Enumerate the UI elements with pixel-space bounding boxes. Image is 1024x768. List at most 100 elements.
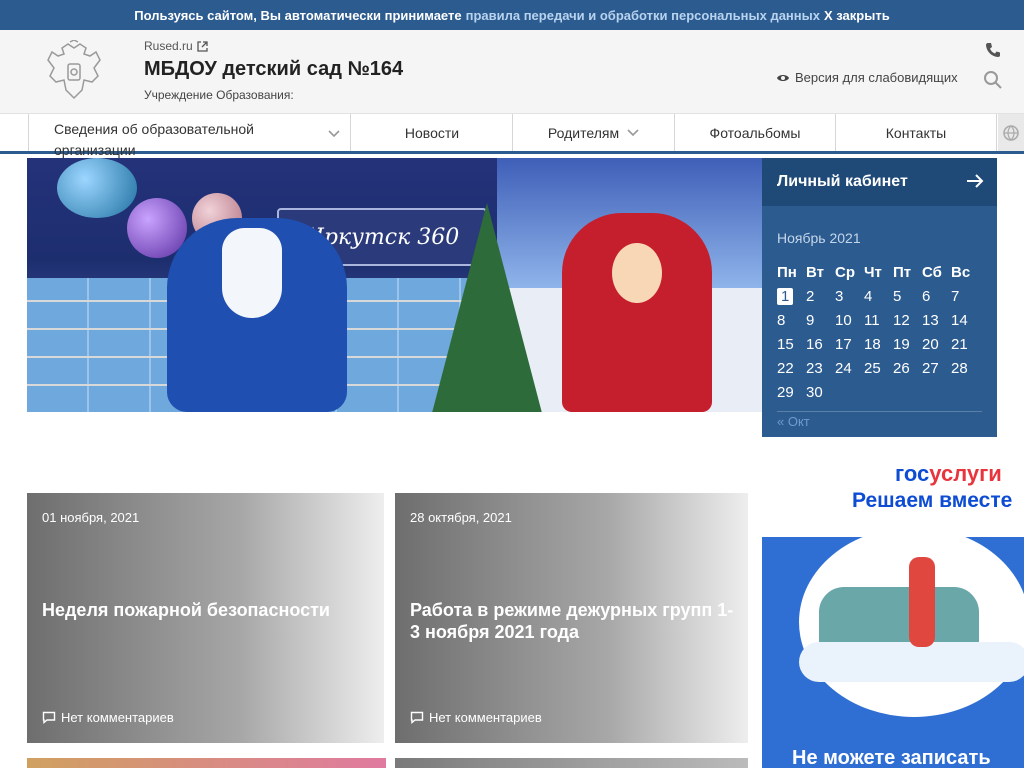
nav-item-label: Фотоальбомы — [709, 124, 801, 141]
news-card[interactable]: 28 октября, 2021 Работа в режиме дежурны… — [395, 493, 748, 743]
calendar-day: 24 — [835, 360, 852, 377]
calendar-day: 4 — [864, 288, 873, 305]
calendar-day: 12 — [893, 312, 910, 329]
calendar-day: 25 — [864, 360, 881, 377]
gosuslugi-illustration — [799, 527, 1024, 717]
site-link-label: Rused.ru — [144, 39, 193, 53]
personal-cabinet-label: Личный кабинет — [777, 173, 908, 190]
calendar-day: 18 — [864, 336, 881, 353]
nav-extra[interactable] — [998, 114, 1024, 151]
arrow-right-icon — [967, 174, 984, 188]
calendar-weekday: Вс — [951, 264, 971, 281]
globe-icon — [1003, 124, 1019, 141]
calendar-day: 9 — [806, 312, 815, 329]
nav-item-about[interactable]: Сведения об образовательной организации — [28, 114, 351, 158]
calendar-day: 8 — [777, 312, 786, 329]
cookie-bar: Пользуясь сайтом, Вы автоматически прини… — [0, 0, 1024, 30]
calendar-day: 29 — [777, 384, 794, 401]
nav-item-label: Контакты — [885, 124, 947, 141]
calendar-day: 10 — [835, 312, 852, 329]
calendar-day: 11 — [864, 312, 880, 329]
calendar-day: 28 — [951, 360, 968, 377]
calendar-prev-month-link[interactable]: « Окт — [777, 411, 982, 429]
calendar-weekday: Сб — [922, 264, 942, 281]
news-date: 01 ноября, 2021 — [42, 510, 140, 525]
news-comments[interactable]: Нет комментариев — [410, 710, 542, 725]
news-card-preview — [27, 758, 386, 768]
site-header: Rused.ru МБДОУ детский сад №164 Учрежден… — [0, 30, 1024, 114]
news-card-preview — [395, 758, 748, 768]
phone-icon[interactable] — [985, 42, 1001, 58]
comment-icon — [42, 711, 56, 724]
news-date: 28 октября, 2021 — [410, 510, 512, 525]
calendar-day: 7 — [951, 288, 960, 305]
news-comments-label: Нет комментариев — [61, 710, 174, 725]
calendar-grid: Пн Вт Ср Чт Пт Сб Вс 1 2 3 4 5 6 7 8 9 10 11 12 13 14… — [777, 264, 982, 408]
low-vision-label: Версия для слабовидящих — [795, 70, 958, 85]
christmas-tree — [432, 203, 542, 412]
chevron-down-icon — [627, 128, 639, 136]
gosuslugi-header-bg — [762, 437, 1024, 537]
news-card[interactable]: 01 ноября, 2021 Неделя пожарной безопасн… — [27, 493, 384, 743]
gosuslugi-logo: госуслуги — [895, 461, 1002, 486]
nav-item-news[interactable]: Новости — [352, 114, 513, 151]
calendar-day: 22 — [777, 360, 794, 377]
calendar-day: 20 — [922, 336, 939, 353]
search-icon[interactable] — [983, 70, 1003, 90]
calendar-weekday: Пт — [893, 264, 912, 281]
site-link[interactable]: Rused.ru — [144, 39, 208, 53]
nav-item-contacts[interactable]: Контакты — [836, 114, 997, 151]
gosuslugi-banner[interactable]: госуслуги Решаем вместе Не можете записа… — [762, 437, 1024, 768]
cookie-text: Пользуясь сайтом, Вы автоматически прини… — [134, 7, 462, 23]
hero-banner: Иркутск 360 — [27, 158, 762, 412]
calendar-day: 5 — [893, 288, 902, 305]
calendar-month: Ноябрь 2021 — [777, 230, 861, 246]
calendar-weekday: Чт — [864, 264, 882, 281]
main-nav: Сведения об образовательной организации … — [0, 114, 1024, 158]
site-subtitle: Учреждение Образования: — [144, 88, 294, 102]
ded-moroz-figure — [167, 218, 347, 412]
cookie-close-button[interactable]: Х закрыть — [824, 8, 890, 23]
snow-illustration — [799, 642, 1024, 682]
chevron-down-icon — [328, 130, 340, 138]
calendar-day: 30 — [806, 384, 823, 401]
calendar-day: 16 — [806, 336, 823, 353]
nav-item-label: Родителям — [547, 124, 620, 141]
calendar-day: 14 — [951, 312, 968, 329]
news-title[interactable]: Работа в режиме дежурных групп 1-3 ноябр… — [410, 599, 740, 643]
coat-of-arms-icon — [47, 40, 101, 100]
calendar-weekday: Пн — [777, 264, 797, 281]
calendar-day: 3 — [835, 288, 844, 305]
calendar-day: 27 — [922, 360, 939, 377]
ornament-ball — [57, 158, 137, 218]
nav-item-label: Новости — [404, 124, 460, 141]
calendar-day: 13 — [922, 312, 939, 329]
gosuslugi-caption: Не можете записать — [792, 747, 991, 768]
calendar-day: 21 — [951, 336, 968, 353]
comment-icon — [410, 711, 424, 724]
person-with-shovel-illustration — [909, 557, 935, 647]
calendar-widget: Ноябрь 2021 Пн Вт Ср Чт Пт Сб Вс 12 3 4 5 6 7… — [762, 206, 997, 438]
eye-icon — [777, 74, 789, 81]
personal-cabinet-button[interactable]: Личный кабинет — [762, 158, 997, 206]
news-comments[interactable]: Нет комментариев — [42, 710, 174, 725]
cookie-policy-link[interactable]: правила передачи и обработки персональны… — [466, 8, 820, 23]
calendar-day: 15 — [777, 336, 794, 353]
gosuslugi-slogan: Решаем вместе — [852, 489, 1013, 512]
calendar-day: 6 — [922, 288, 931, 305]
calendar-day: 17 — [835, 336, 852, 353]
external-link-icon — [197, 40, 208, 52]
calendar-day: 2 — [806, 288, 815, 305]
calendar-weekday: Ср — [835, 264, 855, 281]
site-title: МБДОУ детский сад №164 — [144, 58, 404, 80]
nav-item-label: Сведения об образовательной организации — [54, 120, 254, 158]
calendar-weekday: Вт — [806, 264, 824, 281]
calendar-day: 23 — [806, 360, 823, 377]
news-title[interactable]: Неделя пожарной безопасности — [42, 599, 372, 621]
calendar-day: 26 — [893, 360, 910, 377]
nav-item-parents[interactable]: Родителям — [513, 114, 675, 151]
nav-item-albums[interactable]: Фотоальбомы — [675, 114, 836, 151]
low-vision-link[interactable]: Версия для слабовидящих — [776, 70, 958, 85]
calendar-day: 19 — [893, 336, 910, 353]
news-comments-label: Нет комментариев — [429, 710, 542, 725]
